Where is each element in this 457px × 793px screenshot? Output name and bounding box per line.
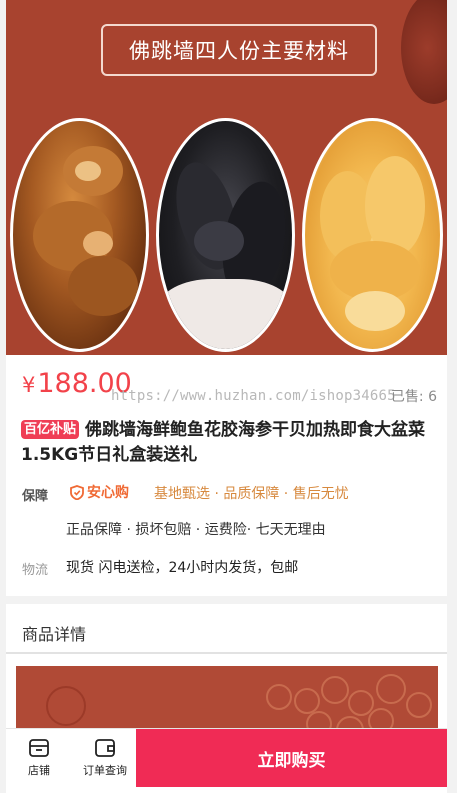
- shield-icon: [70, 484, 84, 500]
- subsidy-badge: 百亿补贴: [21, 420, 80, 439]
- store-label: 店铺: [28, 764, 50, 777]
- product-title: 百亿补贴 佛跳墙海鲜鲍鱼花胶海参干贝加热即食大盆菜1.5KG节日礼盒装送礼: [21, 418, 439, 468]
- section-divider: [6, 596, 447, 604]
- guarantee-items[interactable]: 基地甄选 · 品质保障 · 售后无忧: [154, 483, 349, 503]
- details-divider: [6, 652, 447, 654]
- currency-symbol: ¥: [22, 373, 36, 397]
- buy-now-button[interactable]: 立即购买: [136, 729, 447, 787]
- store-icon: [29, 739, 49, 757]
- sea-cucumber-photo: [156, 118, 295, 352]
- guarantee-sub-items[interactable]: 正品保障 · 损坏包赔 · 运费险· 七天无理由: [66, 519, 326, 539]
- order-icon: [95, 739, 115, 757]
- abalone-photo: [10, 118, 149, 352]
- shipping-label: 物流: [22, 563, 49, 578]
- sold-count: 已售: 6: [390, 389, 437, 405]
- decorative-plate: [401, 0, 447, 104]
- bottom-action-bar: 店铺 订单查询 立即购买: [6, 728, 447, 787]
- watermark-url: https://www.huzhan.com/ishop34665: [111, 388, 396, 404]
- hero-banner-image[interactable]: 佛跳墙四人份主要材料: [6, 0, 447, 355]
- details-section-title: 商品详情: [22, 625, 87, 644]
- fish-maw-photo: [302, 118, 443, 352]
- shipping-info: 现货 闪电送检，24小时内发货，包邮: [66, 560, 299, 576]
- order-query-button[interactable]: 订单查询: [74, 729, 136, 787]
- store-button[interactable]: 店铺: [8, 729, 70, 787]
- guarantee-label: 保障: [22, 489, 49, 504]
- product-title-text: 佛跳墙海鲜鲍鱼花胶海参干贝加热即食大盆菜1.5KG节日礼盒装送礼: [21, 420, 426, 465]
- anxin-label: 安心购: [87, 485, 129, 501]
- product-page: 佛跳墙四人份主要材料 ¥188.00 https://www.huzhan.co…: [6, 0, 447, 793]
- banner-title: 佛跳墙四人份主要材料: [101, 24, 377, 76]
- anxin-brand[interactable]: 安心购: [70, 482, 129, 502]
- order-query-label: 订单查询: [83, 764, 127, 777]
